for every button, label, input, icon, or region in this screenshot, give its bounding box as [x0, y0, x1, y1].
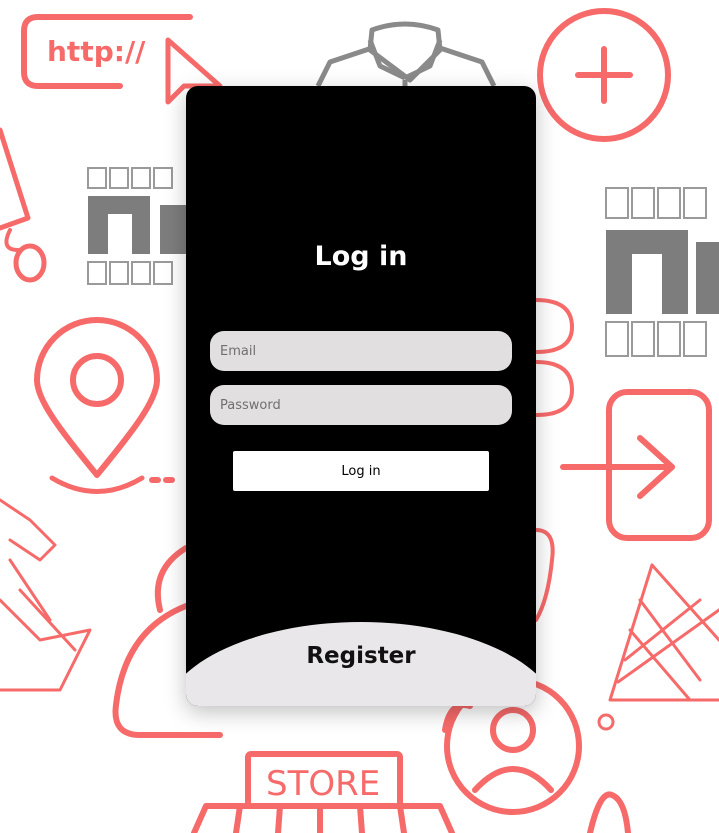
person-icon [442, 702, 473, 733]
url-text: http:// [47, 35, 146, 68]
email-field[interactable] [210, 331, 512, 371]
login-card: Log in Log in Register [186, 86, 536, 706]
clothing-pile-icon [0, 498, 92, 692]
shirt-outline-icon [534, 298, 574, 622]
fashion-logo-left [87, 167, 186, 285]
computer-mouse-icon [4, 228, 47, 283]
shopping-cart-icon [597, 563, 719, 731]
monitor-icon [0, 127, 31, 231]
login-button[interactable]: Log in [233, 451, 489, 491]
login-title: Log in [314, 241, 408, 272]
fashion-logo-right [605, 187, 719, 357]
register-button[interactable] [186, 622, 536, 706]
shopping-bag-icon [587, 791, 631, 833]
plus-circle-icon [537, 8, 671, 142]
store-text: STORE [266, 764, 380, 804]
password-field[interactable] [210, 385, 512, 425]
suit-jacket-icon [315, 21, 497, 90]
location-pin-icon [34, 317, 179, 494]
login-door-icon [560, 389, 712, 541]
